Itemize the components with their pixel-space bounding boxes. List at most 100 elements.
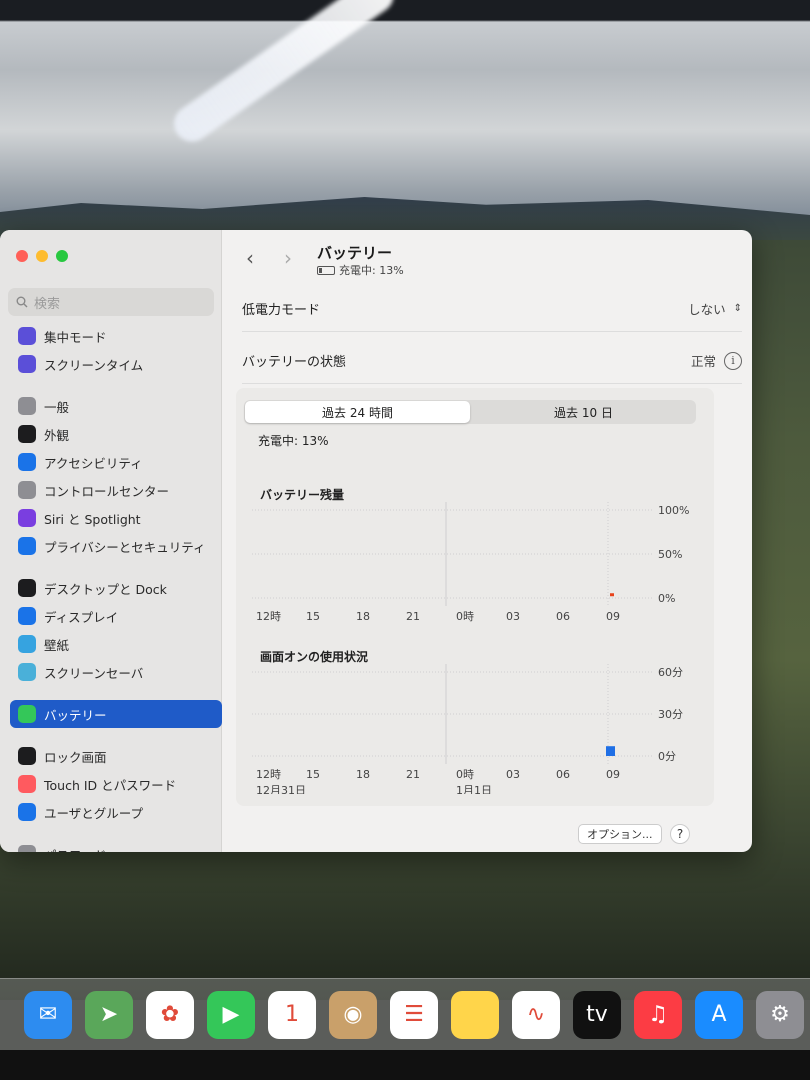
siri-icon	[18, 509, 36, 527]
dock-glyph: ▶	[222, 1002, 240, 1027]
x-tick-label: 15	[306, 610, 320, 623]
sidebar-item-lock[interactable]: ロック画面	[10, 742, 222, 770]
sidebar-item-hand[interactable]: プライバシーとセキュリティ	[10, 532, 222, 560]
forward-button[interactable]: ›	[284, 246, 292, 270]
x-tick-label: 03	[506, 768, 520, 781]
fingerprint-icon	[18, 775, 36, 793]
dock-glyph: ∿	[526, 1002, 546, 1027]
sidebar-item-dock[interactable]: デスクトップと Dock	[10, 574, 222, 602]
sidebar-item-sun[interactable]: ディスプレイ	[10, 602, 222, 630]
x-tick-label: 0時	[456, 768, 474, 781]
sidebar-item-users[interactable]: ユーザとグループ	[10, 798, 222, 826]
tv-icon[interactable]: tv	[573, 990, 621, 1039]
search-field[interactable]: 検索	[8, 288, 214, 316]
sidebar-item-hourglass[interactable]: スクリーンタイム	[10, 350, 222, 378]
battery-health-label: バッテリーの状態	[242, 355, 347, 370]
sidebar-item-label: 集中モード	[44, 329, 107, 345]
options-button[interactable]: オプション...	[578, 824, 662, 844]
search-icon	[16, 296, 28, 308]
battery-level-chart: 100% 50% 0% 12時 15 18 21 0時 03 06 09	[252, 502, 689, 623]
x-tick-label: 09	[606, 768, 620, 781]
battery-health-value: 正常	[690, 354, 716, 369]
x-tick-label: 06	[556, 610, 570, 623]
appearance-icon	[18, 425, 36, 443]
low-power-popup[interactable]: しない ⇕	[688, 299, 742, 318]
sidebar-item-label: バッテリー	[44, 707, 107, 723]
contacts-icon[interactable]: ◉	[329, 990, 377, 1039]
hourglass-icon	[18, 355, 36, 373]
x-tick-label: 21	[406, 768, 420, 781]
sidebar-item-appearance[interactable]: 外観	[10, 420, 222, 448]
key-icon	[18, 845, 36, 852]
tab-last-10-days[interactable]: 過去 10 日	[471, 400, 696, 424]
battery-icon	[18, 705, 36, 723]
sidebar-item-gear[interactable]: 一般	[10, 392, 222, 420]
x-tick-label: 09	[606, 610, 620, 623]
y-tick-label: 50%	[658, 548, 682, 561]
dock-glyph: ➤	[99, 1002, 119, 1027]
sidebar-item-screensaver[interactable]: スクリーンセーバ	[10, 658, 222, 686]
sidebar-item-label: ディスプレイ	[44, 609, 119, 625]
gear-icon	[18, 397, 36, 415]
sun-icon	[18, 607, 36, 625]
sidebar-item-moon[interactable]: 集中モード	[10, 322, 222, 350]
sidebar-item-battery[interactable]: バッテリー	[10, 700, 222, 728]
system-settings-window: 検索 集中モードスクリーンタイム 一般外観アクセシビリティコントロールセンター Si…	[0, 230, 752, 852]
appstore-icon[interactable]: A	[695, 990, 743, 1039]
dock-glyph: ⚙	[770, 1002, 790, 1027]
dock-glyph: ♫	[648, 1002, 668, 1027]
dock-glyph: A	[711, 1002, 727, 1027]
screensaver-icon	[18, 663, 36, 681]
sidebar-item-flower[interactable]: 壁紙	[10, 630, 222, 658]
freeform-icon[interactable]: ∿	[512, 990, 560, 1039]
low-power-row: 低電力モード しない ⇕	[242, 286, 742, 332]
battery-level-title: バッテリー残量	[260, 488, 345, 502]
dock-icon	[18, 579, 36, 597]
sidebar-item-label: 外観	[44, 427, 70, 443]
date-label: 1月1日	[456, 784, 492, 794]
info-icon[interactable]: i	[724, 351, 742, 370]
low-power-label: 低電力モード	[242, 303, 321, 318]
reminders-icon[interactable]: ☰	[390, 990, 438, 1039]
moon-icon	[18, 327, 36, 345]
sidebar-item-accessibility[interactable]: アクセシビリティ	[10, 448, 222, 476]
dock-glyph: 1	[285, 1002, 299, 1027]
x-tick-label: 03	[506, 610, 520, 623]
y-tick-label: 0%	[658, 592, 675, 605]
x-tick-label: 18	[356, 610, 370, 623]
users-icon	[18, 803, 36, 821]
calendar-icon[interactable]: 1	[268, 990, 316, 1039]
help-button[interactable]: ?	[670, 824, 690, 844]
toggles-icon	[18, 481, 36, 499]
facetime-icon[interactable]: ▶	[207, 990, 255, 1039]
screen-usage-title: 画面オンの使用状況	[260, 650, 369, 664]
screen-usage-chart: 60分 30分 0分 12時 15 18 21 0時 03 06 09 12月31日 1月1日	[252, 664, 683, 794]
notes-icon[interactable]	[451, 990, 499, 1039]
maps-icon[interactable]: ➤	[85, 990, 133, 1039]
zoom-button[interactable]	[56, 250, 68, 262]
sidebar-item-key[interactable]: パスワード	[10, 840, 222, 852]
sidebar-item-label: ユーザとグループ	[44, 805, 144, 821]
dock-glyph: tv	[586, 1002, 608, 1027]
minimize-button[interactable]	[36, 250, 48, 262]
sidebar-item-label: ロック画面	[44, 749, 107, 765]
tab-last-24-hours[interactable]: 過去 24 時間	[245, 401, 470, 423]
back-button[interactable]: ‹	[246, 246, 254, 270]
sidebar-item-toggles[interactable]: コントロールセンター	[10, 476, 222, 504]
accessibility-icon	[18, 453, 36, 471]
page-subtitle: 充電中: 13%	[317, 262, 404, 278]
settings-icon[interactable]: ⚙	[756, 990, 804, 1039]
music-icon[interactable]: ♫	[634, 990, 682, 1039]
x-tick-label: 12時	[256, 768, 281, 781]
lock-icon	[18, 747, 36, 765]
sidebar-item-siri[interactable]: Siri と Spotlight	[10, 504, 222, 532]
mail-icon[interactable]: ✉	[24, 990, 72, 1039]
sidebar-item-label: コントロールセンター	[44, 483, 170, 499]
window-controls	[16, 250, 68, 262]
close-button[interactable]	[16, 250, 28, 262]
sidebar-list: 集中モードスクリーンタイム 一般外観アクセシビリティコントロールセンター Siri …	[10, 322, 222, 852]
battery-level-mark	[610, 593, 614, 597]
charging-status: 充電中: 13%	[258, 434, 329, 448]
photos-icon[interactable]: ✿	[146, 990, 194, 1039]
sidebar-item-fingerprint[interactable]: Touch ID とパスワード	[10, 770, 222, 798]
